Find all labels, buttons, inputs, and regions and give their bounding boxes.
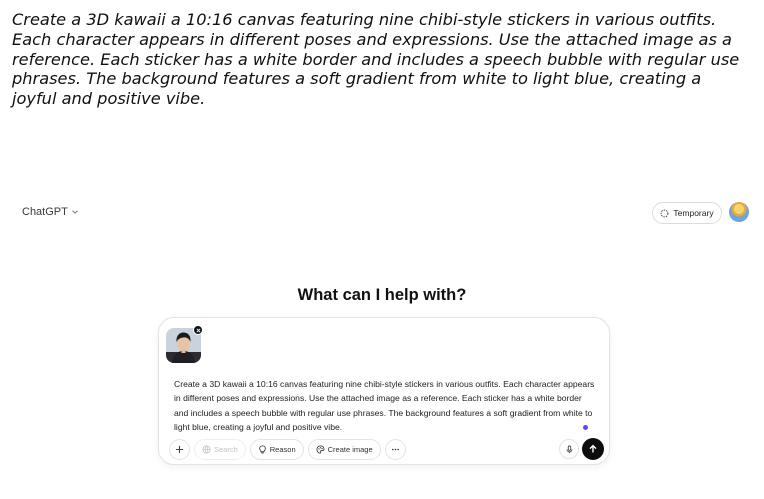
- chevron-down-icon: [72, 210, 78, 214]
- voice-input-button[interactable]: [559, 439, 579, 459]
- user-avatar[interactable]: [729, 202, 749, 222]
- plus-icon: [175, 445, 184, 454]
- prompt-caption: Create a 3D kawaii a 10:16 canvas featur…: [12, 10, 740, 109]
- prompt-input[interactable]: Create a 3D kawaii a 10:16 canvas featur…: [174, 377, 598, 434]
- reason-label: Reason: [269, 445, 296, 454]
- add-attachment-button[interactable]: [169, 439, 190, 460]
- temporary-chat-button[interactable]: Temporary: [652, 202, 722, 224]
- prompt-composer: Create a 3D kawaii a 10:16 canvas featur…: [158, 317, 610, 465]
- dashed-chat-icon: [661, 209, 669, 217]
- composer-toolbar: Search Reason Create image: [169, 439, 406, 460]
- send-button[interactable]: [582, 438, 604, 460]
- search-label: Search: [214, 445, 238, 454]
- palette-icon: [316, 445, 325, 454]
- close-icon: [196, 328, 200, 332]
- globe-icon: [202, 445, 211, 454]
- page-title: What can I help with?: [297, 286, 467, 304]
- model-label: ChatGPT: [22, 206, 68, 218]
- reason-button[interactable]: Reason: [249, 439, 304, 460]
- temporary-label: Temporary: [673, 208, 714, 218]
- create-image-button[interactable]: Create image: [307, 439, 381, 460]
- arrow-up-icon: [589, 444, 597, 453]
- ellipsis-icon: [391, 448, 399, 451]
- search-button[interactable]: Search: [194, 439, 246, 460]
- remove-attachment-button[interactable]: [193, 325, 203, 335]
- create-image-label: Create image: [327, 445, 373, 454]
- mic-icon: [566, 444, 572, 453]
- model-selector[interactable]: ChatGPT: [22, 206, 79, 218]
- status-dot: [583, 425, 588, 430]
- more-tools-button[interactable]: [384, 439, 406, 460]
- lightbulb-icon: [258, 445, 266, 454]
